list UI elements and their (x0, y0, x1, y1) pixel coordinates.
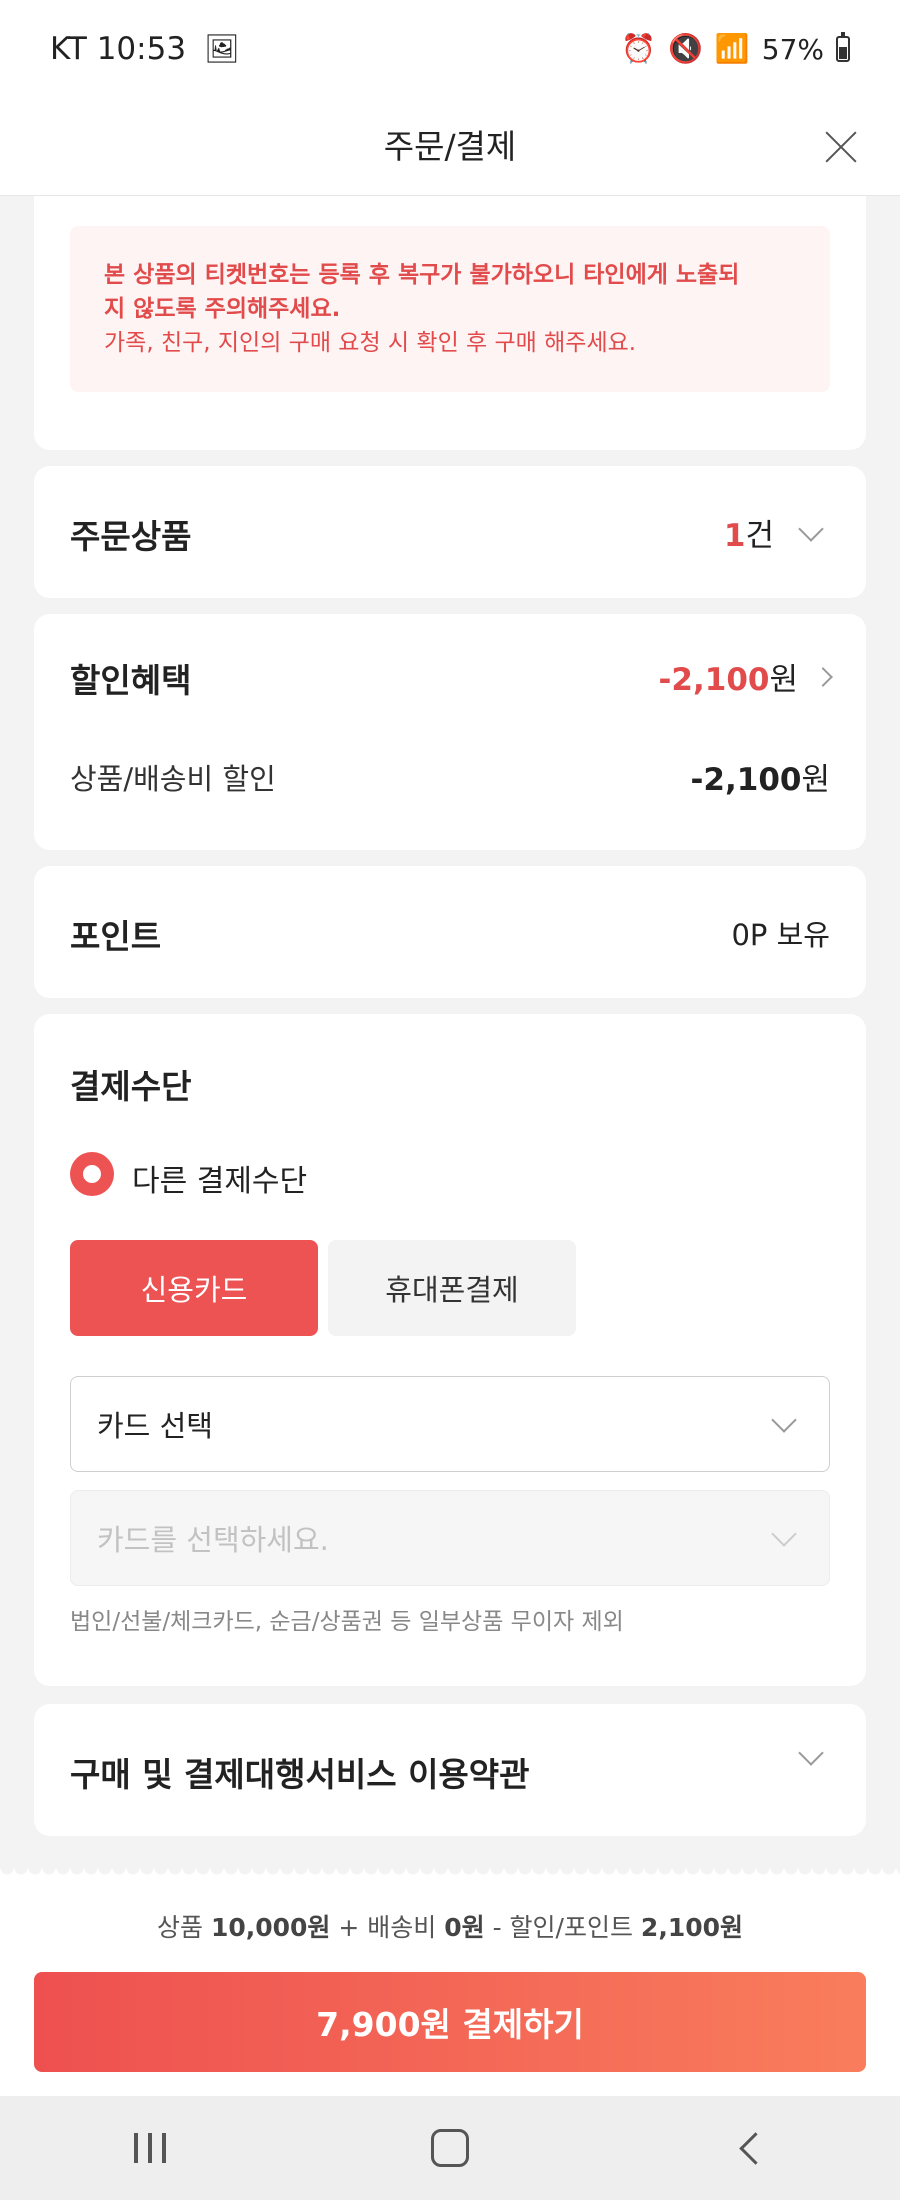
header: 주문/결제 (0, 98, 900, 196)
payment-card: 결제수단 다른 결제수단 신용카드 휴대폰결제 카드 선택 카드를 선택하세요.… (34, 1014, 866, 1686)
wifi-icon: 📶 (714, 32, 750, 65)
order-items-card[interactable]: 주문상품 1건 (34, 466, 866, 598)
battery-percent: 57% (761, 32, 824, 66)
discount-row-unit: 원 (801, 762, 830, 798)
discount-card: 할인혜택 -2,100원 상품/배송비 할인 -2,100원 (34, 614, 866, 850)
order-count-unit: 건 (745, 518, 774, 554)
radio-other-payment[interactable] (70, 1152, 114, 1196)
points-value: 0P 보유 (731, 918, 830, 952)
terms-expand[interactable] (782, 1740, 830, 1770)
summary-discount-label: - 할인/포인트 (484, 1913, 641, 1942)
summary-product-label: 상품 (156, 1913, 211, 1942)
discount-row-value: -2,100원 (691, 754, 830, 799)
price-summary: 상품 10,000원 + 배송비 0원 - 할인/포인트 2,100원 (0, 1908, 900, 1944)
status-bar: KT 10:53 🖼 ⏰ 🔇 📶 57% (0, 0, 900, 98)
notice-box: 본 상품의 티켓번호는 등록 후 복구가 불가하오니 타인에게 노출되 지 않도… (70, 226, 830, 392)
discount-total-value: -2,100 (658, 662, 770, 698)
points-card: 포인트 0P 보유 (34, 866, 866, 998)
discount-row-label: 상품/배송비 할인 (70, 762, 276, 796)
order-items-title: 주문상품 (70, 517, 192, 556)
system-nav-bar (0, 2096, 900, 2200)
recents-button[interactable] (110, 2108, 190, 2188)
chevron-down-icon (771, 1407, 797, 1433)
back-button[interactable] (710, 2108, 790, 2188)
status-left: KT 10:53 🖼 (50, 31, 240, 67)
notice-line-2: 지 않도록 주의해주세요. (104, 296, 341, 322)
chevron-down-icon (771, 1521, 797, 1547)
back-icon (738, 2131, 772, 2165)
status-right: ⏰ 🔇 📶 57% (621, 32, 850, 66)
summary-discount-amount: 2,100원 (640, 1913, 743, 1942)
discount-title: 할인혜택 (70, 661, 192, 700)
chevron-down-icon[interactable] (798, 515, 824, 542)
home-icon (431, 2129, 469, 2167)
card-select-label: 카드 선택 (97, 1409, 213, 1443)
carrier-time: KT 10:53 (50, 31, 187, 67)
battery-icon (836, 32, 850, 62)
terms-title: 구매 및 결제대행서비스 이용약관 (70, 1755, 530, 1794)
points-title: 포인트 (70, 917, 162, 956)
credit-card-button[interactable]: 신용카드 (70, 1240, 318, 1336)
discount-row-amount: -2,100 (690, 762, 802, 798)
recents-icon (134, 2133, 166, 2163)
summary-shipping-amount: 0원 (444, 1913, 485, 1942)
notice-card: 본 상품의 티켓번호는 등록 후 복구가 불가하오니 타인에게 노출되 지 않도… (34, 196, 866, 450)
chevron-down-icon[interactable] (798, 1740, 824, 1766)
card-select-dropdown[interactable]: 카드 선택 (70, 1376, 830, 1472)
page-title: 주문/결제 (383, 127, 517, 166)
card-choose-placeholder: 카드를 선택하세요. (97, 1523, 329, 1557)
pay-button[interactable]: 7,900원 결제하기 (34, 1972, 866, 2072)
close-icon[interactable] (816, 122, 866, 172)
card-choose-dropdown[interactable]: 카드를 선택하세요. (70, 1490, 830, 1586)
notice-line-3: 가족, 친구, 지인의 구매 요청 시 확인 후 구매 해주세요. (104, 330, 637, 356)
discount-total-unit: 원 (769, 662, 798, 698)
bottom-pay-area: 상품 10,000원 + 배송비 0원 - 할인/포인트 2,100원 7,90… (0, 1880, 900, 2096)
summary-shipping-label: + 배송비 (330, 1913, 445, 1942)
discount-total[interactable]: -2,100원 (658, 654, 833, 699)
summary-product-amount: 10,000원 (210, 1913, 331, 1942)
other-payment-label[interactable]: 다른 결제수단 (132, 1156, 307, 1200)
order-items-count[interactable]: 1건 (724, 510, 830, 555)
payment-note: 법인/선불/체크카드, 순금/상품권 등 일부상품 무이자 제외 (70, 1609, 624, 1635)
notice-line-1: 본 상품의 티켓번호는 등록 후 복구가 불가하오니 타인에게 노출되 (104, 262, 740, 288)
payment-title: 결제수단 (70, 1067, 192, 1106)
image-icon: 🖼 (204, 32, 240, 65)
home-button[interactable] (410, 2108, 490, 2188)
mute-icon: 🔇 (668, 32, 703, 65)
alarm-icon: ⏰ (621, 32, 657, 65)
terms-card[interactable]: 구매 및 결제대행서비스 이용약관 (34, 1704, 866, 1836)
mobile-payment-button[interactable]: 휴대폰결제 (328, 1240, 576, 1336)
chevron-right-icon[interactable] (813, 666, 833, 687)
order-count: 1 (723, 518, 746, 554)
